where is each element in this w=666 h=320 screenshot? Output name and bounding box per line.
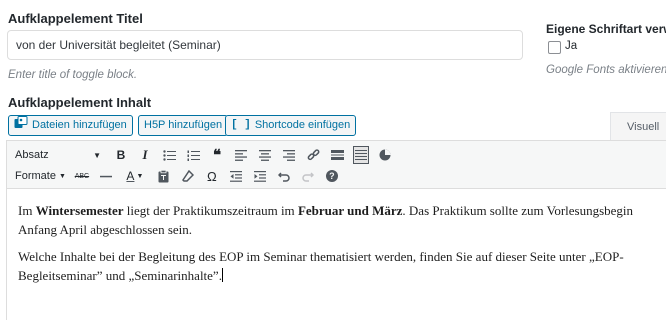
- text-color-icon[interactable]: A ▼: [122, 167, 148, 185]
- shortcode-label: Shortcode einfügen: [254, 119, 351, 131]
- numbered-list-icon[interactable]: [185, 146, 201, 164]
- title-hint: Enter title of toggle block.: [8, 69, 138, 81]
- special-character-icon[interactable]: Ω: [204, 167, 220, 185]
- editor-toolbar: Absatz ▼ B I ❝ Formate ▼ ABC A ▼ Ω ?: [7, 141, 666, 189]
- custom-font-checkbox-label[interactable]: Ja: [565, 40, 577, 52]
- outdent-icon[interactable]: [228, 167, 244, 185]
- formats-menu-label: Formate: [15, 170, 56, 182]
- clear-formatting-icon[interactable]: [180, 167, 196, 185]
- pie-chart-icon[interactable]: [377, 146, 393, 164]
- align-center-icon[interactable]: [257, 146, 273, 164]
- custom-font-label: Eigene Schriftart verw: [546, 22, 666, 36]
- help-glyph: ?: [325, 170, 338, 182]
- media-icon: [14, 115, 28, 136]
- horizontal-line-icon[interactable]: [98, 167, 114, 185]
- chevron-down-icon: ▼: [58, 172, 66, 180]
- text-cursor: [221, 268, 223, 282]
- strikethrough-icon[interactable]: ABC: [74, 167, 90, 185]
- add-files-label: Dateien hinzufügen: [32, 119, 127, 131]
- undo-icon[interactable]: [276, 167, 292, 185]
- bullet-list-icon[interactable]: [161, 146, 177, 164]
- custom-font-checkbox[interactable]: [548, 41, 561, 54]
- h5p-button[interactable]: H5P hinzufügen: [138, 115, 229, 136]
- help-icon[interactable]: ?: [324, 167, 340, 185]
- paragraph-format-select[interactable]: Absatz ▼: [15, 149, 105, 161]
- shortcode-button[interactable]: [ ] Shortcode einfügen: [225, 115, 357, 136]
- chevron-down-icon: ▼: [93, 150, 101, 160]
- add-files-button[interactable]: Dateien hinzufügen: [8, 115, 133, 136]
- align-left-icon[interactable]: [233, 146, 249, 164]
- paragraph-2: Welche Inhalte bei der Begleitung des EO…: [18, 249, 624, 283]
- google-fonts-hint: Google Fonts aktivieren: [546, 64, 666, 76]
- bold-button[interactable]: B: [113, 146, 129, 164]
- tab-visual[interactable]: Visuell: [610, 112, 666, 140]
- brackets-icon: [ ]: [231, 119, 251, 131]
- content-field-label: Aufklappelement Inhalt: [8, 95, 152, 110]
- indent-icon[interactable]: [252, 167, 268, 185]
- italic-button[interactable]: I: [137, 146, 153, 164]
- title-field-label: Aufklappelement Titel: [8, 11, 143, 26]
- redo-icon[interactable]: [300, 167, 316, 185]
- formats-menu[interactable]: Formate ▼: [15, 167, 66, 185]
- blockquote-icon[interactable]: ❝: [209, 146, 225, 164]
- paste-as-text-icon[interactable]: [156, 167, 172, 185]
- editor-content[interactable]: Im Wintersemester liegt der Praktikumsze…: [18, 201, 666, 293]
- read-more-icon[interactable]: [329, 146, 345, 164]
- format-select-value: Absatz: [15, 149, 49, 161]
- editor[interactable]: Absatz ▼ B I ❝ Formate ▼ ABC A ▼ Ω ? Im …: [6, 140, 666, 320]
- link-icon[interactable]: [305, 146, 321, 164]
- title-input[interactable]: [7, 30, 523, 60]
- align-right-icon[interactable]: [281, 146, 297, 164]
- h5p-label: H5P hinzufügen: [144, 119, 223, 131]
- toolbar-toggle-icon[interactable]: [353, 146, 369, 164]
- paragraph-1: Im Wintersemester liegt der Praktikumsze…: [18, 203, 634, 237]
